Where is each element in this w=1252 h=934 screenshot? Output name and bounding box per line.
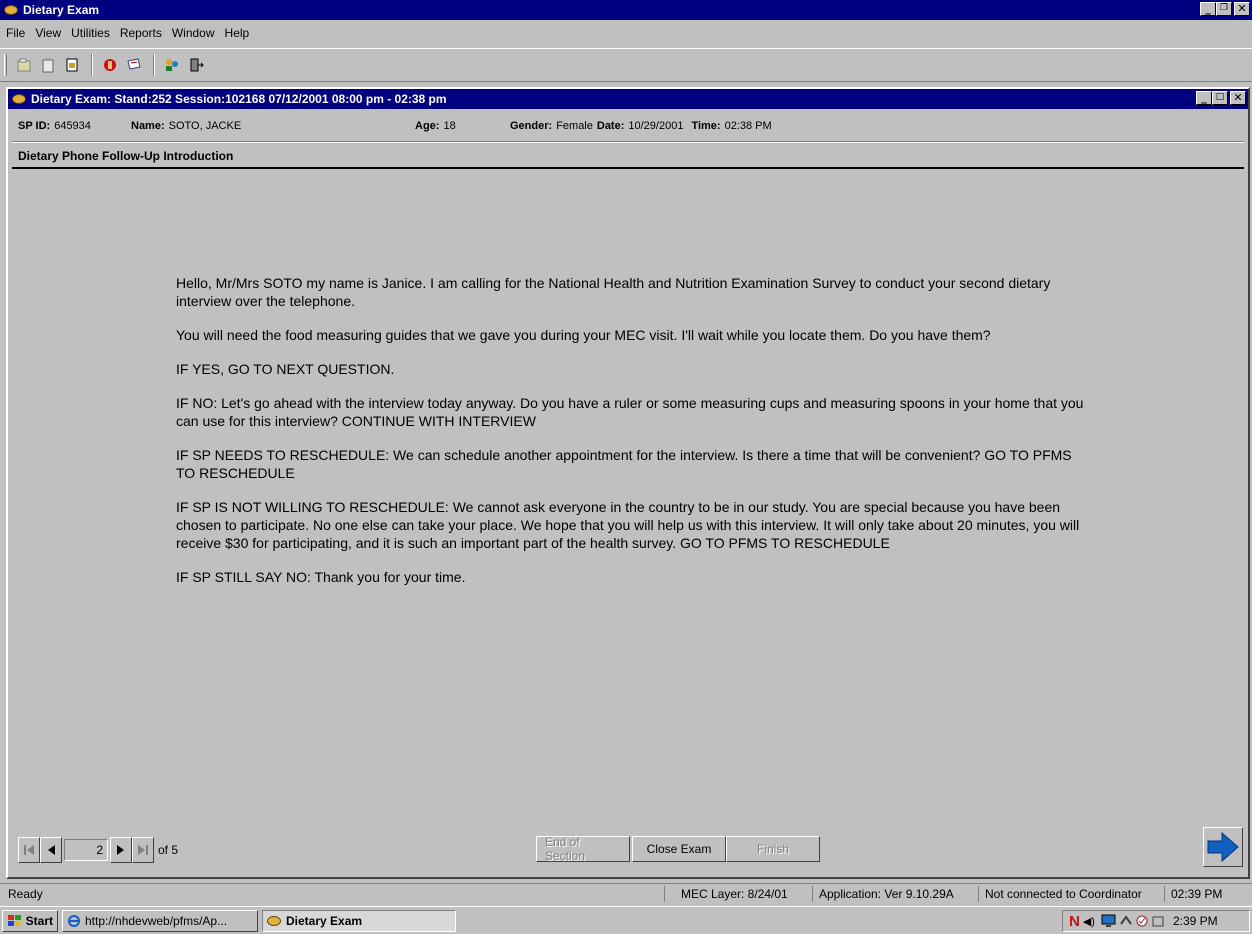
toolbar-separator [153, 54, 155, 76]
start-button[interactable]: Start [2, 909, 58, 932]
note-icon[interactable] [123, 54, 145, 76]
open-icon[interactable] [13, 54, 35, 76]
patient-age: Age: 18 [415, 118, 456, 134]
status-application: Application: Ver 9.10.29A [812, 885, 978, 902]
script-paragraph: You will need the food measuring guides … [176, 327, 991, 343]
right-arrow-icon [1207, 831, 1239, 863]
network-icon[interactable] [1119, 914, 1133, 928]
time-value: 02:38 PM [724, 120, 772, 132]
netscape-icon[interactable]: N [1069, 913, 1080, 930]
restore-button[interactable]: ❐ [1216, 2, 1232, 16]
menubar: File View Utilities Reports Window Help [0, 24, 1252, 42]
info-divider [12, 141, 1244, 143]
script-paragraph: IF SP IS NOT WILLING TO RESCHEDULE: We c… [176, 499, 1080, 551]
scheduler-icon[interactable] [1151, 914, 1165, 928]
taskbar-ie-label: http://nhdevweb/pfms/Ap... [85, 913, 228, 928]
toolbar-separator [91, 54, 93, 76]
exam-window-title: Dietary Exam: Stand:252 Session:102168 0… [31, 92, 447, 106]
child-close-button[interactable]: ✕ [1230, 91, 1246, 105]
exit-door-icon[interactable] [185, 54, 207, 76]
monitor-icon[interactable] [1101, 914, 1117, 928]
script-paragraph: IF NO: Let's go ahead with the interview… [176, 395, 1084, 429]
volume-icon[interactable]: ◀) [1083, 915, 1095, 928]
patient-name: Name: SOTO, JACKE [131, 118, 241, 134]
app-title: Dietary Exam [23, 3, 100, 17]
app-icon [4, 5, 18, 15]
taskbar-ie-window[interactable]: http://nhdevweb/pfms/Ap... [62, 909, 258, 932]
finish-button[interactable]: Finish [726, 836, 820, 862]
next-page-button[interactable] [110, 837, 132, 863]
time-label: Time: [691, 120, 721, 132]
age-label: Age: [415, 120, 440, 132]
child-maximize-button[interactable]: □ [1212, 91, 1228, 105]
system-tray: N ◀) 2:39 PM [1062, 910, 1250, 932]
taskbar-app-label: Dietary Exam [286, 913, 363, 928]
sp-id-value: 645934 [54, 120, 91, 132]
prev-page-button[interactable] [40, 837, 62, 863]
clipboard-icon[interactable] [37, 54, 59, 76]
start-label: Start [25, 913, 53, 928]
date-label: Date: [596, 120, 625, 132]
section-divider [12, 167, 1244, 169]
script-paragraph: IF SP NEEDS TO RESCHEDULE: We can schedu… [176, 447, 1072, 481]
script-paragraph: Hello, Mr/Mrs SOTO my name is Janice. I … [176, 275, 1051, 309]
exam-window-titlebar: Dietary Exam: Stand:252 Session:102168 0… [8, 89, 1248, 109]
taskbar-dietary-exam[interactable]: Dietary Exam [262, 909, 456, 932]
sp-id-label: SP ID: [18, 120, 51, 132]
date-value: 10/29/2001 [628, 120, 684, 132]
close-button[interactable]: ✕ [1234, 2, 1250, 16]
app-titlebar: Dietary Exam _ ❐ ✕ [0, 0, 1252, 20]
patient-gender-date-time: Gender: Female Date: 10/29/2001 Time: 02… [510, 118, 772, 134]
status-mec-layer: MEC Layer: 8/24/01 [664, 885, 812, 902]
status-coordinator: Not connected to Coordinator [978, 885, 1164, 902]
menu-file[interactable]: File [2, 26, 31, 40]
users-icon[interactable] [161, 54, 183, 76]
taskbar: Start http://nhdevweb/pfms/Ap... Dietary… [0, 906, 1252, 934]
name-value: SOTO, JACKE [168, 120, 242, 132]
page-number-input[interactable]: 2 [64, 839, 108, 861]
dietary-exam-icon [267, 915, 281, 926]
menu-window[interactable]: Window [168, 26, 221, 40]
windows-logo-icon [8, 914, 21, 926]
document-icon[interactable] [61, 54, 83, 76]
next-section-button[interactable] [1203, 827, 1243, 867]
stop-hand-icon[interactable] [99, 54, 121, 76]
script-paragraph: IF SP STILL SAY NO: Thank you for your t… [176, 569, 466, 585]
page-count: of 5 [158, 843, 179, 857]
last-page-button[interactable] [132, 837, 154, 863]
toolbar-grip [4, 54, 7, 76]
first-page-button[interactable] [18, 837, 40, 863]
age-value: 18 [443, 120, 456, 132]
close-exam-button[interactable]: Close Exam [632, 836, 726, 862]
section-title: Dietary Phone Follow-Up Introduction [18, 149, 234, 163]
statusbar: Ready MEC Layer: 8/24/01 Application: Ve… [0, 883, 1252, 903]
toolbar [0, 48, 1252, 82]
exam-window-icon [12, 94, 26, 104]
interview-script: Hello, Mr/Mrs SOTO my name is Janice. I … [176, 274, 1086, 602]
menu-reports[interactable]: Reports [116, 26, 168, 40]
patient-info: SP ID: 645934 [18, 118, 91, 134]
pager: 2 of 5 [18, 835, 178, 865]
gender-value: Female [556, 120, 593, 132]
minimize-button[interactable]: _ [1200, 2, 1216, 16]
menu-view[interactable]: View [31, 26, 67, 40]
menu-utilities[interactable]: Utilities [67, 26, 116, 40]
script-paragraph: IF YES, GO TO NEXT QUESTION. [176, 361, 395, 377]
status-time: 02:39 PM [1164, 885, 1244, 902]
menu-help[interactable]: Help [221, 26, 256, 40]
clock: 2:39 PM [1172, 914, 1218, 928]
ie-icon [68, 914, 80, 927]
child-minimize-button[interactable]: _ [1196, 91, 1212, 105]
gender-label: Gender: [510, 120, 553, 132]
clock-check-icon[interactable] [1135, 914, 1149, 928]
name-label: Name: [131, 120, 165, 132]
end-of-section-button[interactable]: End of Section [536, 835, 630, 863]
status-ready: Ready [8, 886, 43, 901]
